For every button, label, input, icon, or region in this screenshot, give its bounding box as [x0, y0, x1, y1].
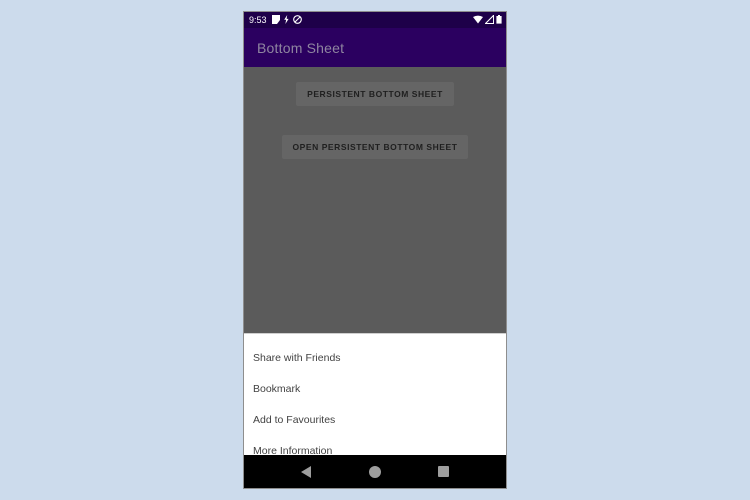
- content-area: PERSISTENT BOTTOM SHEET OPEN PERSISTENT …: [244, 67, 506, 457]
- bottom-sheet-panel[interactable]: Share with Friends Bookmark Add to Favou…: [244, 333, 506, 457]
- status-bar-left-icons: [271, 12, 302, 29]
- open-persistent-bottom-sheet-button-wrap: OPEN PERSISTENT BOTTOM SHEET: [281, 135, 469, 159]
- bottom-sheet-item-more-information[interactable]: More Information: [244, 435, 506, 466]
- android-phone-frame: 9:53 Bottom Sheet PERSISTENT BOTTOM SHEE…: [243, 11, 507, 489]
- bottom-sheet-item-label: Bookmark: [253, 382, 301, 395]
- persistent-bottom-sheet-button-wrap: PERSISTENT BOTTOM SHEET: [296, 82, 454, 106]
- status-bar: 9:53: [244, 12, 506, 28]
- back-icon: [301, 465, 312, 478]
- cell-signal-icon: [484, 12, 495, 29]
- status-bar-right-icons: [473, 12, 502, 29]
- page-title: Bottom Sheet: [257, 39, 345, 56]
- bottom-sheet-item-bookmark[interactable]: Bookmark: [244, 373, 506, 404]
- home-icon: [368, 465, 381, 478]
- app-bar: Bottom Sheet: [244, 28, 506, 67]
- do-not-disturb-icon: [292, 12, 302, 29]
- status-clock: 9:53: [249, 14, 267, 25]
- lightning-bolt-icon: [283, 12, 289, 29]
- vibrate-mode-icon: [271, 12, 280, 29]
- open-persistent-bottom-sheet-button[interactable]: OPEN PERSISTENT BOTTOM SHEET: [281, 135, 469, 159]
- battery-icon: [496, 12, 502, 29]
- bottom-sheet-item-share[interactable]: Share with Friends: [244, 342, 506, 373]
- persistent-bottom-sheet-button[interactable]: PERSISTENT BOTTOM SHEET: [296, 82, 454, 106]
- bottom-sheet-item-label: Share with Friends: [253, 351, 341, 364]
- wifi-icon: [473, 12, 483, 29]
- bottom-sheet-item-favourites[interactable]: Add to Favourites: [244, 404, 506, 435]
- bottom-sheet-item-label: More Information: [253, 444, 333, 457]
- recents-icon: [438, 466, 450, 477]
- bottom-sheet-item-label: Add to Favourites: [253, 413, 336, 426]
